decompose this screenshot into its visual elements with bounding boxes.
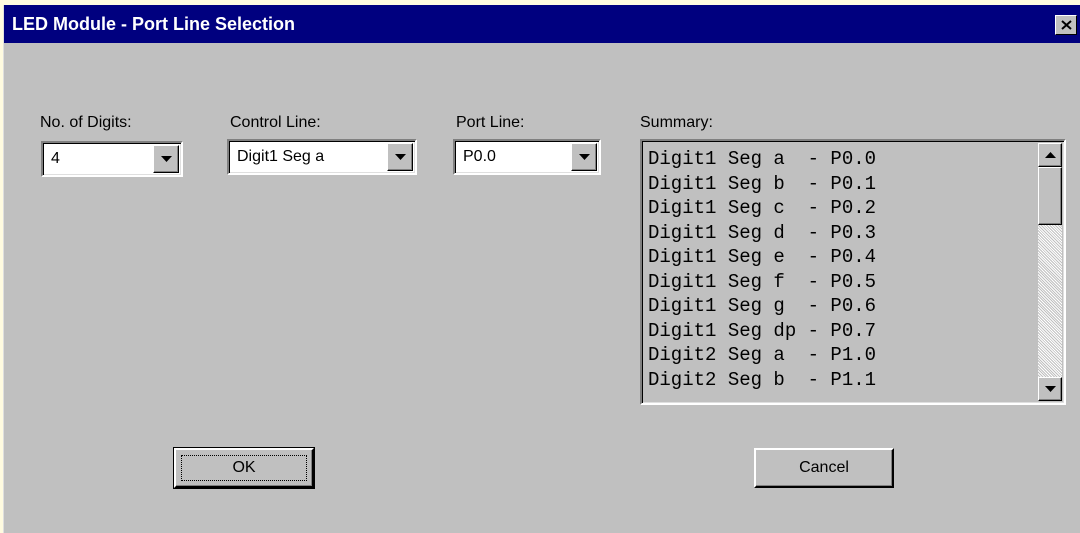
window-title: LED Module - Port Line Selection bbox=[12, 14, 296, 34]
digits-dropdown-button[interactable] bbox=[153, 145, 179, 173]
control-line-dropdown[interactable]: Digit1 Seg a bbox=[227, 139, 417, 175]
summary-list: Digit1 Seg a - P0.0 Digit1 Seg b - P0.1 … bbox=[648, 147, 1032, 392]
dialog-window: LED Module - Port Line Selection No. of … bbox=[3, 5, 1080, 533]
port-line-dropdown-button[interactable] bbox=[571, 143, 597, 171]
control-line-label: Control Line: bbox=[230, 114, 321, 131]
arrow-down-icon bbox=[1045, 386, 1056, 392]
summary-item[interactable]: Digit2 Seg a - P1.0 bbox=[648, 343, 1032, 368]
close-icon bbox=[1061, 20, 1072, 30]
port-line-dropdown[interactable]: P0.0 bbox=[453, 139, 601, 175]
summary-item[interactable]: Digit2 Seg b - P1.1 bbox=[648, 368, 1032, 393]
chevron-down-icon bbox=[579, 154, 590, 160]
close-button[interactable] bbox=[1055, 15, 1077, 35]
summary-item[interactable]: Digit1 Seg e - P0.4 bbox=[648, 245, 1032, 270]
port-line-value: P0.0 bbox=[463, 148, 496, 165]
summary-item[interactable]: Digit1 Seg f - P0.5 bbox=[648, 270, 1032, 295]
scroll-up-button[interactable] bbox=[1038, 143, 1062, 167]
digits-value: 4 bbox=[51, 150, 60, 167]
control-line-dropdown-button[interactable] bbox=[387, 143, 413, 171]
summary-label: Summary: bbox=[640, 114, 713, 131]
ok-button-label: OK bbox=[232, 459, 256, 476]
summary-item[interactable]: Digit1 Seg g - P0.6 bbox=[648, 294, 1032, 319]
scroll-thumb[interactable] bbox=[1038, 167, 1062, 225]
summary-item[interactable]: Digit1 Seg a - P0.0 bbox=[648, 147, 1032, 172]
summary-item[interactable]: Digit1 Seg d - P0.3 bbox=[648, 221, 1032, 246]
summary-item[interactable]: Digit1 Seg b - P0.1 bbox=[648, 172, 1032, 197]
summary-listbox[interactable]: Digit1 Seg a - P0.0 Digit1 Seg b - P0.1 … bbox=[640, 139, 1066, 405]
ok-button[interactable]: OK bbox=[173, 447, 315, 489]
digits-label: No. of Digits: bbox=[40, 114, 132, 131]
cancel-button[interactable]: Cancel bbox=[754, 448, 894, 488]
chevron-down-icon bbox=[161, 156, 172, 162]
control-line-value: Digit1 Seg a bbox=[237, 148, 325, 165]
screen-background: LED Module - Port Line Selection No. of … bbox=[0, 0, 1080, 533]
summary-item[interactable]: Digit1 Seg dp - P0.7 bbox=[648, 319, 1032, 344]
port-line-label: Port Line: bbox=[456, 114, 525, 131]
scroll-down-button[interactable] bbox=[1038, 377, 1062, 401]
digits-dropdown[interactable]: 4 bbox=[41, 141, 183, 177]
summary-scrollbar[interactable] bbox=[1038, 143, 1062, 401]
cancel-button-label: Cancel bbox=[799, 459, 849, 476]
arrow-up-icon bbox=[1045, 152, 1056, 158]
chevron-down-icon bbox=[395, 154, 406, 160]
title-bar[interactable]: LED Module - Port Line Selection bbox=[4, 5, 1080, 43]
summary-item[interactable]: Digit1 Seg c - P0.2 bbox=[648, 196, 1032, 221]
